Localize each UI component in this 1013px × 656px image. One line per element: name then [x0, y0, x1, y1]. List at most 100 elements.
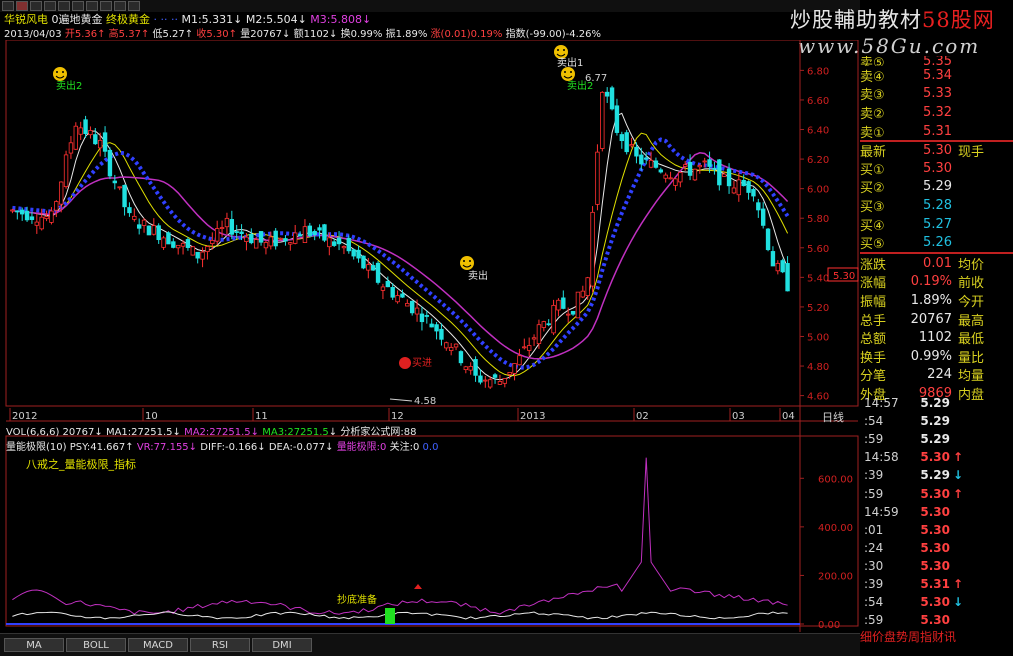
bid-row[interactable]: 买② 5.29	[860, 178, 1013, 197]
candle-body	[717, 159, 722, 186]
toolbar-button[interactable]	[128, 1, 140, 11]
ask-price: 5.34	[923, 67, 952, 83]
quote-amount: 额1102	[293, 29, 330, 40]
candle-body	[297, 234, 303, 237]
candle-body	[756, 202, 761, 211]
bid-label: 买③	[860, 199, 885, 215]
period-label[interactable]: 日线	[822, 410, 844, 424]
candle-body	[278, 237, 283, 240]
stat-label: 总手	[860, 313, 887, 329]
panel-bottom-tabs[interactable]: 细价盘势周指财讯	[860, 628, 1013, 645]
tick-time: :59	[864, 613, 884, 628]
candle-body	[63, 154, 69, 188]
toolbar-button[interactable]	[86, 1, 98, 11]
candle-body	[643, 157, 649, 160]
candle-body	[39, 216, 44, 230]
bid-row[interactable]: 买① 5.30	[860, 159, 1013, 178]
ask-row[interactable]: 卖② 5.32	[860, 103, 1013, 122]
candle-body	[88, 130, 93, 136]
tick-arrow-icon: ↑	[952, 450, 964, 465]
candle-body	[141, 219, 147, 226]
bid-row[interactable]: 买⑤ 5.26	[860, 233, 1013, 252]
stat-row: 总额 1102 最低	[860, 328, 1013, 347]
candle-body	[483, 379, 488, 382]
ma-line-white	[12, 112, 789, 381]
annotation-bottom-prep: 抄底准备	[337, 593, 377, 606]
stat-row: 总手 20767 最高	[860, 310, 1013, 329]
candle-body	[712, 167, 717, 170]
candle-body	[604, 91, 610, 97]
tab-rsi[interactable]: RSI	[190, 638, 250, 652]
candle-body	[380, 286, 386, 291]
candle-body	[424, 315, 430, 317]
stat-value: 1102	[918, 330, 952, 346]
candle-body	[609, 87, 615, 110]
candle-body	[302, 226, 308, 243]
annotation-sell-mid: 卖出	[468, 269, 488, 282]
price-tick-label: 4.60	[807, 392, 829, 403]
candle-body	[434, 324, 439, 332]
ask-row[interactable]: 卖④ 5.34	[860, 66, 1013, 85]
candle-body	[697, 165, 703, 168]
candle-body	[590, 211, 595, 287]
toolbar-button[interactable]	[16, 1, 28, 11]
ask-row[interactable]: 卖③ 5.33	[860, 85, 1013, 103]
candle-body	[29, 216, 35, 220]
toolbar-button[interactable]	[100, 1, 112, 11]
tick-row: :59 5.30	[860, 611, 1013, 629]
candle-body	[44, 216, 49, 220]
price-tick-label: 6.40	[807, 126, 829, 137]
toolbar-button[interactable]	[72, 1, 84, 11]
candle-body	[614, 105, 620, 133]
price-tick-label: 4.80	[807, 362, 829, 373]
candle-body	[405, 303, 410, 307]
tab-boll[interactable]: BOLL	[66, 638, 126, 652]
stat-row: 分笔 224 均量	[860, 366, 1013, 384]
tick-price: 5.30	[920, 522, 950, 537]
toolbar-button[interactable]	[2, 1, 14, 11]
ind-name: 量能极限(10)	[6, 442, 67, 453]
stat-value: 0.19%	[910, 274, 952, 290]
tab-dmi[interactable]: DMI	[252, 638, 312, 652]
candle-body	[234, 231, 239, 233]
tab-macd[interactable]: MACD	[128, 638, 188, 652]
bid-label: 买⑤	[860, 237, 885, 253]
candle-body	[780, 260, 785, 273]
kline-chart[interactable]: 6.80 6.60 6.40 6.20 6.00 5.80 5.60 5.40 5.20 5.00…	[0, 40, 860, 632]
bid-label: 买②	[860, 181, 885, 197]
tick-price: 5.30	[920, 486, 950, 501]
candle-body	[453, 343, 459, 348]
candle-body	[351, 249, 356, 257]
watermark-title: 炒股輔助教材	[790, 8, 922, 32]
candle-body	[575, 291, 581, 319]
toolbar-button[interactable]	[30, 1, 42, 11]
tab-ma[interactable]: MA	[4, 638, 64, 652]
candle-body	[78, 127, 83, 135]
stat-row: 涨跌 0.01 均价	[860, 254, 1013, 273]
toolbar-button[interactable]	[114, 1, 126, 11]
stat-value: 1.89%	[910, 292, 952, 308]
latest-row[interactable]: 最新 5.30 现手	[860, 140, 1013, 160]
vol-name: VOL(6,6,6)	[6, 427, 60, 438]
candle-body	[526, 345, 532, 351]
indicator-lines	[6, 457, 800, 625]
toolbar-button[interactable]	[44, 1, 56, 11]
candle-body	[292, 232, 298, 244]
ask-row[interactable]: 卖① 5.31	[860, 122, 1013, 141]
candle-body	[751, 189, 756, 197]
quote-high: 高5.37	[108, 29, 141, 40]
bid-row[interactable]: 买③ 5.28	[860, 196, 1013, 215]
candle-body	[146, 225, 152, 236]
tick-row: :59 5.30 ↑	[860, 484, 1013, 502]
candle-body	[570, 310, 576, 315]
candle-body	[624, 132, 629, 153]
candle-body	[307, 225, 313, 236]
ma-line-purple	[12, 152, 789, 360]
ask-price: 5.35	[923, 56, 952, 66]
toolbar-button[interactable]	[58, 1, 70, 11]
quote-line: 2013/04/03 开5.36↑ 高5.37↑ 低5.27↑ 收5.30↑ 量…	[4, 29, 602, 40]
candle-body	[249, 233, 254, 244]
ask-price: 5.31	[923, 123, 952, 139]
bid-row[interactable]: 买④ 5.27	[860, 215, 1013, 234]
stat-value: 224	[927, 367, 952, 383]
